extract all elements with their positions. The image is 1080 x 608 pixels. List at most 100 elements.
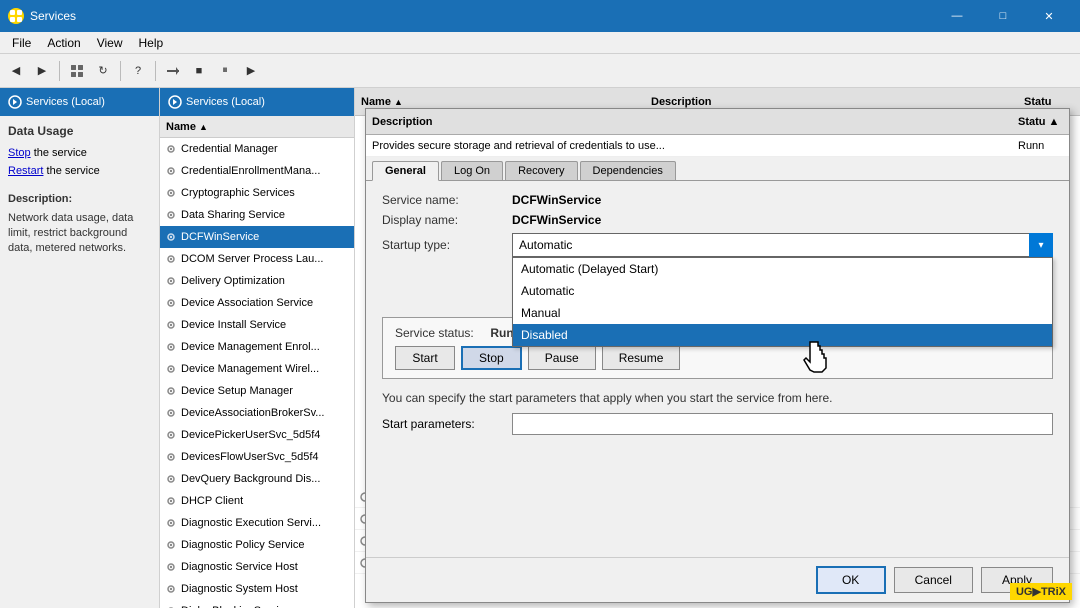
stop-button[interactable]: Stop [461, 346, 522, 370]
service-gear-icon-11 [164, 362, 178, 376]
service-name-value: DCFWinService [512, 193, 1053, 207]
service-item-dhcp[interactable]: DHCP Client [160, 490, 354, 512]
menu-help[interactable]: Help [131, 34, 172, 52]
dropdown-arrow-icon[interactable]: ▾ [1029, 233, 1053, 257]
service-item-device-mgmt-enrol[interactable]: Device Management Enrol... [160, 336, 354, 358]
display-name-row: Display name: DCFWinService [382, 213, 1053, 227]
service-name-label: Service name: [382, 193, 512, 207]
display-name-value: DCFWinService [512, 213, 1053, 227]
tab-logon[interactable]: Log On [441, 161, 503, 180]
startup-type-select[interactable]: Automatic [512, 233, 1053, 257]
start-button[interactable]: Start [395, 346, 455, 370]
window-title: Services [30, 9, 934, 23]
restart-service-link[interactable]: Restart [8, 165, 43, 177]
close-button[interactable]: ✕ [1026, 0, 1072, 32]
main-content: Services (Local) Data Usage Stop the ser… [0, 88, 1080, 608]
service-gear-icon-4 [164, 208, 178, 222]
toolbar-refresh[interactable]: ↻ [91, 59, 115, 83]
menu-view[interactable]: View [89, 34, 131, 52]
menu-bar: File Action View Help [0, 32, 1080, 54]
service-gear-icon-3 [164, 186, 178, 200]
col-status-header: Statu [1024, 96, 1052, 108]
toolbar-play[interactable]: ▶ [239, 59, 263, 83]
tab-general[interactable]: General [372, 161, 439, 181]
service-gear-icon [164, 142, 178, 156]
services-icon [8, 95, 22, 109]
dialog-footer: OK Cancel Apply [366, 557, 1069, 602]
left-panel-title: Services (Local) [26, 96, 105, 108]
desc-col-label: Description [372, 116, 433, 128]
service-item-diag-policy[interactable]: Diagnostic Policy Service [160, 534, 354, 556]
service-item-cred-enrollment[interactable]: CredentialEnrollmentMana... [160, 160, 354, 182]
dialog-tabs: General Log On Recovery Dependencies [366, 157, 1069, 181]
tab-dependencies[interactable]: Dependencies [580, 161, 676, 180]
menu-action[interactable]: Action [39, 34, 88, 52]
services-list-header: Name ▲ [160, 116, 354, 138]
services-list[interactable]: Credential Manager CredentialEnrollmentM… [160, 138, 354, 608]
toolbar-stop[interactable]: ■ [187, 59, 211, 83]
title-bar: Services — □ ✕ [0, 0, 1080, 32]
tab-recovery[interactable]: Recovery [505, 161, 577, 180]
maximize-button[interactable]: □ [980, 0, 1026, 32]
cancel-button[interactable]: Cancel [894, 567, 973, 593]
toolbar-back[interactable]: ◀ [4, 59, 28, 83]
service-item-device-setup[interactable]: Device Setup Manager [160, 380, 354, 402]
service-item-device-mgmt-wire[interactable]: Device Management Wirel... [160, 358, 354, 380]
service-item-diag-sys-host[interactable]: Diagnostic System Host [160, 578, 354, 600]
service-item-devicepicker[interactable]: DevicePickerUserSvc_5d5f4 [160, 424, 354, 446]
service-gear-icon-16 [164, 472, 178, 486]
service-gear-icon-20 [164, 560, 178, 574]
start-params-row: Start parameters: [382, 413, 1053, 435]
startup-type-control: Automatic ▾ Automatic (Delayed Start) Au… [512, 233, 1053, 257]
toolbar-up[interactable] [65, 59, 89, 83]
service-gear-icon-21 [164, 582, 178, 596]
pause-button[interactable]: Pause [528, 346, 596, 370]
toolbar-help[interactable]: ? [126, 59, 150, 83]
col-sort-icon: ▲ [199, 122, 208, 132]
service-item-devicesflow[interactable]: DevicesFlowUserSvc_5d5f4 [160, 446, 354, 468]
toolbar-btn-4[interactable] [161, 59, 185, 83]
service-item-diag-svc-host[interactable]: Diagnostic Service Host [160, 556, 354, 578]
service-item-device-assoc[interactable]: Device Association Service [160, 292, 354, 314]
menu-file[interactable]: File [4, 34, 39, 52]
service-gear-icon-22 [164, 604, 178, 608]
option-manual[interactable]: Manual [513, 302, 1052, 324]
service-item-dcom[interactable]: DCOM Server Process Lau... [160, 248, 354, 270]
help-text: You can specify the start parameters tha… [382, 389, 1053, 407]
window-controls: — □ ✕ [934, 0, 1072, 32]
col-desc-header: Description [651, 96, 712, 108]
left-description: Description: Network data usage, data li… [0, 182, 159, 266]
toolbar-sep-2 [120, 61, 121, 81]
option-automatic[interactable]: Automatic [513, 280, 1052, 302]
resume-button[interactable]: Resume [602, 346, 681, 370]
watermark-badge: UG▶TRiX [1010, 583, 1072, 600]
service-item-dcfwinservice[interactable]: DCFWinService [160, 226, 354, 248]
stop-service-link[interactable]: Stop [8, 147, 31, 159]
service-gear-icon-15 [164, 450, 178, 464]
startup-dropdown-container: Automatic ▾ Automatic (Delayed Start) Au… [512, 233, 1053, 257]
service-item-delivery[interactable]: Delivery Optimization [160, 270, 354, 292]
option-auto-delayed[interactable]: Automatic (Delayed Start) [513, 258, 1052, 280]
option-disabled[interactable]: Disabled [513, 324, 1052, 346]
service-gear-icon-10 [164, 340, 178, 354]
service-item-deviceassoc-broker[interactable]: DeviceAssociationBrokerSv... [160, 402, 354, 424]
service-item-dialog-blocking[interactable]: DialogBlockingService [160, 600, 354, 608]
service-item-device-install[interactable]: Device Install Service [160, 314, 354, 336]
service-item-devquery[interactable]: DevQuery Background Dis... [160, 468, 354, 490]
toolbar: ◀ ▶ ↻ ? ■ ⏸ ▶ [0, 54, 1080, 88]
status-col-label: Statu ▲ [1018, 116, 1059, 128]
service-item-credential-manager[interactable]: Credential Manager [160, 138, 354, 160]
start-params-input[interactable] [512, 413, 1053, 435]
left-section-title: Data Usage [0, 116, 159, 142]
services-panel-header: Services (Local) [160, 88, 354, 116]
minimize-button[interactable]: — [934, 0, 980, 32]
service-item-crypto[interactable]: Cryptographic Services [160, 182, 354, 204]
col-name-label: Name [166, 121, 196, 133]
service-name-row: Service name: DCFWinService [382, 193, 1053, 207]
service-item-data-sharing[interactable]: Data Sharing Service [160, 204, 354, 226]
ok-button[interactable]: OK [816, 566, 886, 594]
service-item-diag-exec[interactable]: Diagnostic Execution Servi... [160, 512, 354, 534]
description-label: Description: [8, 192, 151, 207]
toolbar-pause[interactable]: ⏸ [213, 59, 237, 83]
toolbar-forward[interactable]: ▶ [30, 59, 54, 83]
